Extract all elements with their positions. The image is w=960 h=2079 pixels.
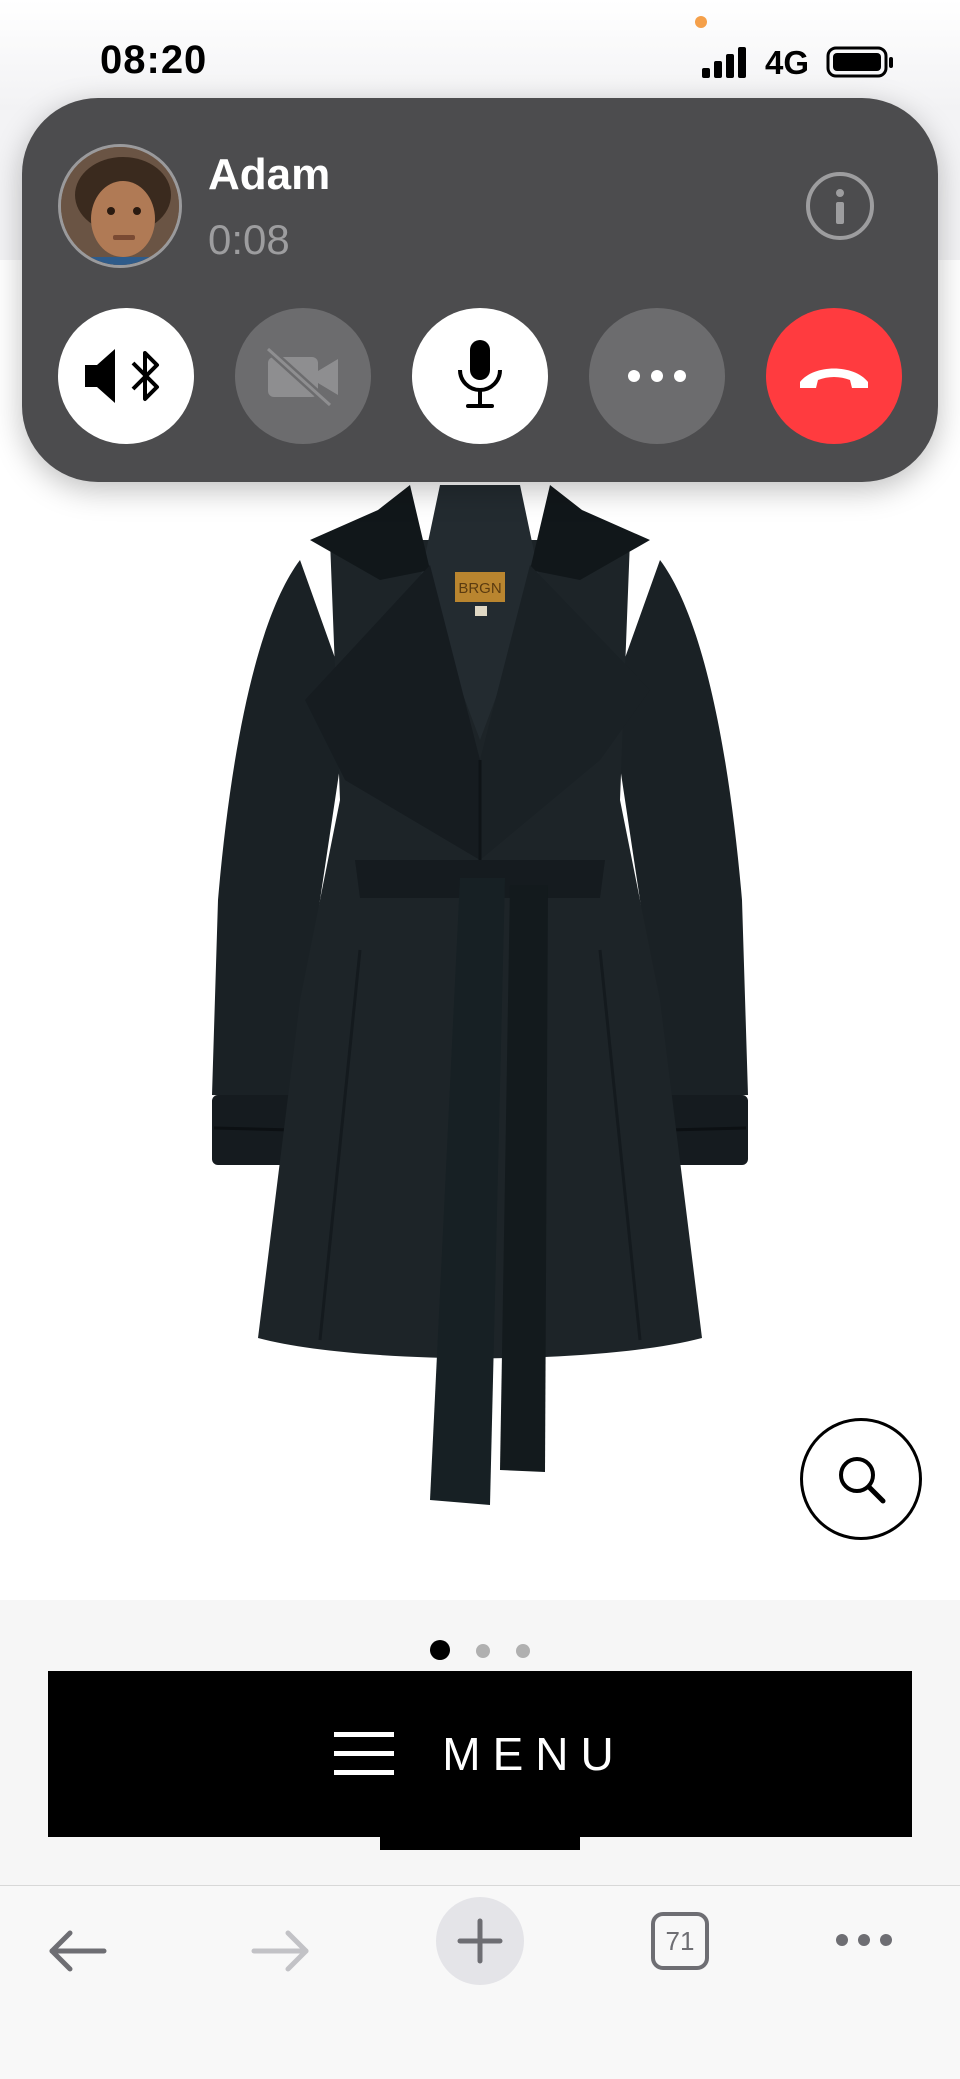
status-time: 08:20: [100, 38, 208, 82]
ellipsis-icon: [628, 370, 686, 382]
tabs-switcher-button[interactable]: 71: [651, 1912, 709, 1970]
arrow-right-icon: [251, 1930, 309, 1972]
menu-button[interactable]: MENU: [48, 1671, 912, 1837]
call-banner[interactable]: Adam 0:08: [22, 98, 938, 482]
tab-count: 71: [665, 1925, 695, 1956]
caller-avatar: [58, 144, 182, 268]
battery-icon: [826, 46, 893, 78]
speaker-button[interactable]: [58, 308, 194, 444]
partial-heading: [340, 1836, 620, 1886]
back-button[interactable]: [36, 1916, 120, 1986]
arrow-left-icon: [49, 1930, 107, 1972]
mute-button[interactable]: [412, 308, 548, 444]
network-type: 4G: [765, 44, 810, 81]
carousel-dot-active[interactable]: [430, 1640, 450, 1660]
carousel-dot[interactable]: [476, 1644, 490, 1658]
caller-name: Adam: [208, 150, 331, 199]
call-duration: 0:08: [208, 216, 290, 263]
speaker-bluetooth-icon: [85, 349, 159, 403]
camera-button[interactable]: [235, 308, 371, 444]
ellipsis-icon: [836, 1934, 892, 1946]
camera-off-icon: [265, 346, 338, 408]
end-call-button[interactable]: [766, 308, 902, 444]
call-info-button[interactable]: [806, 172, 874, 240]
browser-more-button[interactable]: [826, 1920, 902, 1960]
signal-icon: [702, 47, 746, 78]
carousel-dot[interactable]: [516, 1644, 530, 1658]
microphone-icon: [458, 340, 502, 408]
brand-label-text: BRGN: [458, 580, 501, 597]
menu-label: MENU: [442, 1728, 626, 1780]
privacy-indicator-dot: [695, 16, 707, 28]
info-icon: [836, 189, 844, 224]
forward-button[interactable]: [238, 1916, 322, 1986]
new-tab-button[interactable]: [436, 1897, 524, 1985]
plus-icon: [457, 1918, 503, 1964]
search-icon: [839, 1457, 886, 1504]
zoom-button[interactable]: [800, 1418, 922, 1540]
hang-up-icon: [800, 368, 868, 388]
hamburger-icon: [334, 1732, 395, 1775]
more-call-options-button[interactable]: [589, 308, 725, 444]
